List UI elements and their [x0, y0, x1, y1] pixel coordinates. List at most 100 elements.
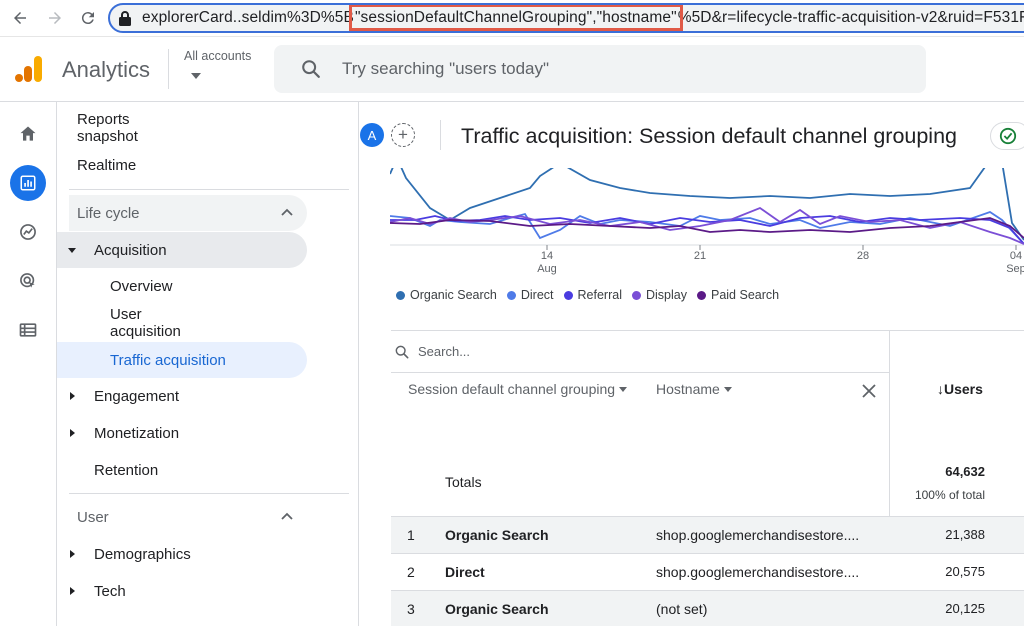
legend-item[interactable]: Organic Search [396, 288, 497, 302]
account-caret-icon[interactable] [191, 73, 201, 79]
nav-item-monetization[interactable]: Monetization [57, 415, 307, 451]
nav-divider [69, 189, 349, 190]
lock-icon [118, 9, 132, 27]
nav-item-engagement[interactable]: Engagement [57, 378, 307, 414]
url-prefix: explorerCard..seldim%3D%5B [142, 9, 354, 26]
app-header: Analytics All accounts Try searching "us… [0, 37, 1024, 102]
add-comparison-icon[interactable]: + [391, 123, 415, 147]
row-users: 20,125 [945, 601, 985, 616]
search-placeholder: Try searching "users today" [342, 59, 550, 78]
search-icon [395, 345, 409, 358]
legend-label: Display [645, 288, 687, 302]
nav-label: Demographics [94, 545, 191, 563]
report-nav: Reports snapshot Realtime Life cycle Acq… [57, 102, 359, 626]
nav-item-acquisition[interactable]: Acquisition [57, 232, 307, 268]
main-content: 14 Aug 21 28 04 Sep Organic Search Direct Refer… [360, 102, 1024, 626]
nav-label: Retention [94, 461, 159, 479]
nav-section-label: Life cycle [77, 204, 140, 222]
legend-dot-icon [506, 290, 516, 300]
nav-section-user[interactable]: User [57, 499, 307, 535]
legend-item[interactable]: Referral [563, 288, 622, 302]
legend-label: Referral [577, 288, 622, 302]
nav-divider [69, 493, 349, 494]
header-divider [440, 120, 441, 150]
table-row[interactable]: 2 Direct shop.googlemerchandisestore....… [391, 553, 1024, 590]
browser-toolbar: explorerCard..seldim%3D%5B"sessionDefaul… [0, 0, 1024, 37]
back-icon[interactable] [8, 6, 32, 30]
legend-item[interactable]: Paid Search [696, 288, 780, 302]
table-search-input[interactable]: Search... [391, 331, 889, 373]
nav-section-lifecycle[interactable]: Life cycle [57, 195, 307, 231]
table-row[interactable]: 1 Organic Search shop.googlemerchandises… [391, 516, 1024, 553]
url-text: explorerCard..seldim%3D%5B"sessionDefaul… [142, 5, 1024, 31]
chevron-up-icon [281, 208, 293, 216]
x-tick-month-label: Aug [537, 263, 557, 275]
row-hostname: (not set) [656, 601, 708, 617]
legend-dot-icon [696, 290, 706, 300]
x-tick-label: 14 [541, 250, 553, 262]
explore-icon[interactable] [10, 214, 46, 250]
comparison-avatar[interactable]: A [360, 123, 384, 147]
nav-item-tech[interactable]: Tech [57, 573, 307, 609]
address-bar[interactable]: explorerCard..seldim%3D%5B"sessionDefaul… [108, 3, 1024, 33]
row-users: 20,575 [945, 564, 985, 579]
chevron-up-icon [281, 512, 293, 520]
chart-legend: Organic Search Direct Referral Display Paid … [396, 288, 779, 302]
row-number: 1 [407, 527, 415, 543]
home-icon[interactable] [10, 116, 46, 152]
nav-item-demographics[interactable]: Demographics [57, 536, 307, 572]
caret-right-icon [70, 587, 75, 595]
caret-down-icon [619, 386, 628, 392]
account-picker-label[interactable]: All accounts [184, 49, 251, 63]
global-search-input[interactable]: Try searching "users today" [274, 45, 926, 93]
nav-label: Traffic acquisition [110, 351, 226, 369]
nav-label: User acquisition [110, 306, 181, 340]
x-tick-label: 21 [694, 250, 706, 262]
traffic-chart: 14 Aug 21 28 04 Sep [389, 155, 1024, 284]
row-number: 3 [407, 601, 415, 617]
row-channel: Organic Search [445, 601, 549, 617]
remove-dimension-close-icon[interactable] [861, 383, 877, 399]
row-channel: Organic Search [445, 527, 549, 543]
table-search-placeholder: Search... [418, 344, 471, 359]
app-title: Analytics [62, 57, 151, 82]
nav-label: Monetization [94, 424, 180, 442]
x-tick-month-label: Sep [1006, 263, 1024, 275]
column-divider [889, 331, 890, 516]
series-line-organic-search [389, 155, 1024, 241]
legend-label: Paid Search [710, 288, 780, 302]
legend-item[interactable]: Display [631, 288, 687, 302]
caret-down-icon [68, 248, 76, 253]
totals-percent: 100% of total [914, 488, 985, 502]
forward-icon[interactable] [43, 6, 67, 30]
table-row[interactable]: 3 Organic Search (not set) 20,125 [391, 590, 1024, 626]
totals-label: Totals [445, 474, 482, 490]
x-tick-label: 28 [857, 250, 869, 262]
row-users: 21,388 [945, 527, 985, 542]
nav-label: Reports snapshot [77, 111, 138, 145]
chart-svg: 14Aug 21 28 04Sep [389, 155, 1024, 275]
totals-users: 64,632 [945, 464, 985, 479]
legend-item[interactable]: Direct [506, 288, 554, 302]
header-divider [168, 49, 169, 89]
caret-right-icon [70, 392, 75, 400]
caret-right-icon [70, 429, 75, 437]
status-check-icon[interactable] [990, 122, 1024, 150]
nav-label: Overview [110, 277, 173, 295]
nav-label: Engagement [94, 387, 180, 405]
row-channel: Direct [445, 564, 485, 580]
column-header-channel[interactable]: Session default channel grouping [408, 381, 628, 397]
advertising-icon[interactable] [10, 263, 46, 299]
configure-icon[interactable] [10, 312, 46, 348]
column-header-users[interactable]: ↓Users [937, 381, 983, 397]
nav-label: Realtime [77, 156, 137, 174]
page-title: Traffic acquisition: Session default cha… [461, 124, 958, 148]
legend-label: Direct [520, 288, 554, 302]
column-header-label: Hostname [656, 381, 720, 397]
column-header-hostname[interactable]: Hostname [656, 381, 732, 397]
legend-dot-icon [563, 290, 573, 300]
caret-down-icon [723, 386, 732, 392]
reload-icon[interactable] [76, 6, 100, 30]
reports-icon[interactable] [10, 165, 46, 201]
nav-item-traffic-acquisition[interactable]: Traffic acquisition [57, 342, 307, 378]
